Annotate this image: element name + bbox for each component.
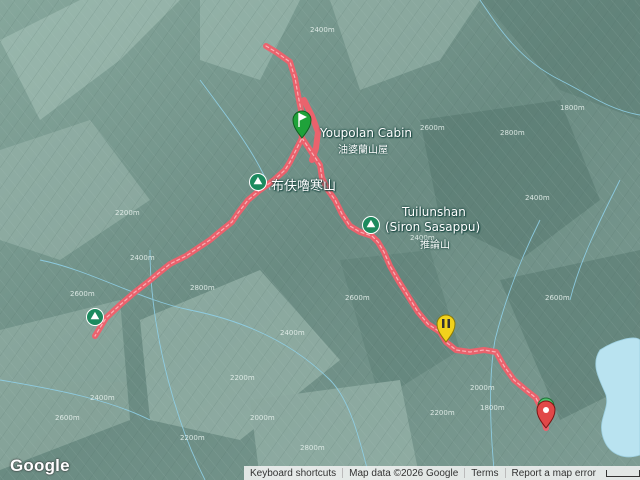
contour-label: 2600m	[55, 414, 80, 422]
contour-label: 2400m	[310, 26, 335, 34]
pin-icon	[543, 407, 549, 413]
contour-label: 2800m	[300, 444, 325, 452]
contour-label: 1800m	[560, 104, 585, 112]
tuilunshan-alt-name[interactable]: (Siron Sasappu)	[385, 220, 480, 234]
hiker-icon-tuilunshan[interactable]: ⛰	[362, 216, 380, 234]
tuilunshan-name-en[interactable]: Tuilunshan	[402, 205, 466, 219]
contour-label: 2200m	[230, 374, 255, 382]
contour-label: 2400m	[90, 394, 115, 402]
contour-label: 2600m	[545, 294, 570, 302]
contour-label: 2000m	[250, 414, 275, 422]
contour-label: 2600m	[70, 290, 95, 298]
cabin-name-zh[interactable]: 油婆蘭山屋	[338, 141, 388, 156]
scale-bar-icon[interactable]	[606, 469, 640, 477]
contour-label: 2200m	[180, 434, 205, 442]
contour-label: 2000m	[470, 384, 495, 392]
contour-label: 2400m	[525, 194, 550, 202]
contour-label: 1800m	[480, 404, 505, 412]
peak-name-zh[interactable]: 布伕嚕寒山	[271, 175, 336, 194]
hiker-icon-west[interactable]: ⛰	[86, 308, 104, 326]
contour-label: 2400m	[130, 254, 155, 262]
contour-label: 2800m	[500, 129, 525, 137]
contour-label: 2800m	[190, 284, 215, 292]
keyboard-shortcuts-link[interactable]: Keyboard shortcuts	[244, 468, 342, 479]
attribution-bar: Keyboard shortcuts Map data ©2026 Google…	[243, 466, 640, 480]
contour-label: 2600m	[345, 294, 370, 302]
terms-link[interactable]: Terms	[465, 468, 504, 479]
terrain-map[interactable]: 2400m 2600m 2800m 2200m 2400m 2600m 2800…	[0, 0, 640, 480]
hiker-icon-peak[interactable]: ⛰	[249, 173, 267, 191]
report-error-link[interactable]: Report a map error	[506, 468, 602, 479]
contour-label: 2600m	[420, 124, 445, 132]
contour-label: 2400m	[280, 329, 305, 337]
contour-label: 2200m	[115, 209, 140, 217]
tuilunshan-name-zh[interactable]: 推論山	[420, 236, 450, 251]
contour-label: 2200m	[430, 409, 455, 417]
google-logo[interactable]: Google	[10, 456, 70, 476]
cabin-name-en[interactable]: Youpolan Cabin	[320, 126, 412, 140]
map-data-text: Map data ©2026 Google	[349, 467, 459, 479]
